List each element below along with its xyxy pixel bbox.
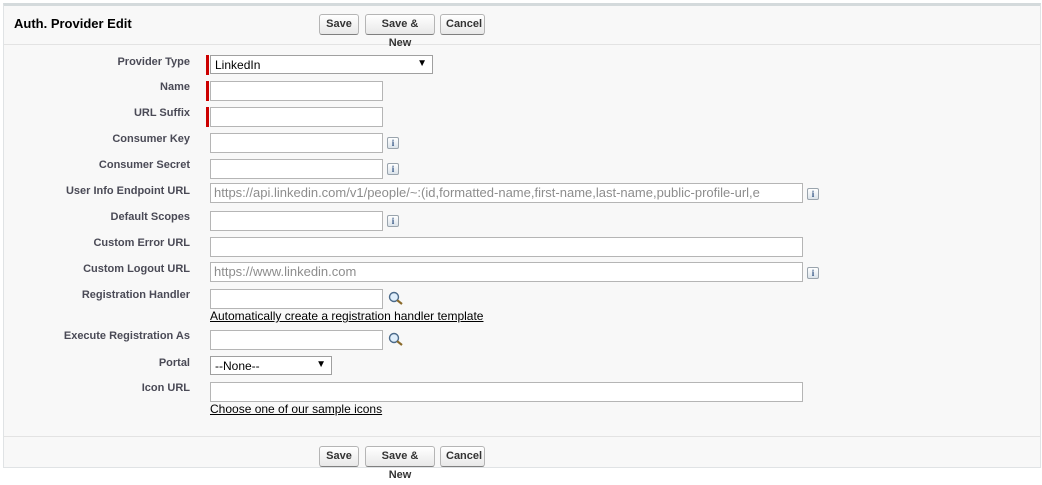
- auth-provider-edit-panel: Auth. Provider Edit Save Save & New Canc…: [3, 3, 1041, 481]
- page-title: Auth. Provider Edit: [14, 16, 132, 31]
- custom-logout-url-input[interactable]: https://www.linkedin.com: [210, 262, 803, 282]
- info-icon[interactable]: i: [807, 188, 819, 200]
- name-label: Name: [160, 81, 190, 93]
- custom-logout-url-label: Custom Logout URL: [83, 263, 190, 275]
- save-button-bottom[interactable]: Save: [319, 446, 359, 467]
- required-indicator: [206, 81, 209, 101]
- portal-label: Portal: [158, 357, 190, 369]
- save-and-new-button-top[interactable]: Save & New: [365, 14, 435, 49]
- lookup-icon[interactable]: [388, 291, 404, 305]
- name-input[interactable]: [210, 81, 383, 101]
- icon-url-input[interactable]: [210, 382, 803, 402]
- required-indicator: [206, 55, 209, 75]
- execute-registration-as-input[interactable]: [210, 330, 383, 350]
- consumer-key-input[interactable]: [210, 133, 383, 153]
- info-icon[interactable]: i: [807, 267, 819, 279]
- portal-value: --None--: [215, 359, 260, 373]
- lookup-icon[interactable]: [388, 332, 404, 346]
- user-info-endpoint-url-input[interactable]: https://api.linkedin.com/v1/people/~:(id…: [210, 183, 803, 203]
- icon-url-label: Icon URL: [141, 382, 190, 394]
- registration-handler-label: Registration Handler: [81, 289, 190, 301]
- portal-select[interactable]: --None-- ▼: [210, 356, 332, 375]
- url-suffix-input[interactable]: [210, 107, 383, 127]
- execute-registration-as-label: Execute Registration As: [63, 330, 190, 342]
- footer-divider: [4, 436, 1040, 438]
- info-icon[interactable]: i: [387, 137, 399, 149]
- custom-error-url-label: Custom Error URL: [93, 237, 190, 249]
- consumer-secret-label: Consumer Secret: [98, 159, 190, 171]
- create-registration-handler-link[interactable]: Automatically create a registration hand…: [210, 309, 483, 323]
- panel-header: Auth. Provider Edit Save Save & New Canc…: [4, 6, 1040, 49]
- choose-sample-icons-link[interactable]: Choose one of our sample icons: [210, 402, 382, 416]
- info-icon[interactable]: i: [387, 163, 399, 175]
- required-indicator: [206, 107, 209, 127]
- chevron-down-icon: ▼: [417, 58, 427, 69]
- info-icon[interactable]: i: [387, 215, 399, 227]
- provider-type-label: Provider Type: [117, 56, 190, 68]
- cancel-button-bottom[interactable]: Cancel: [440, 446, 485, 467]
- registration-handler-input[interactable]: [210, 289, 383, 309]
- url-suffix-label: URL Suffix: [133, 107, 190, 119]
- user-info-endpoint-url-label: User Info Endpoint URL: [65, 185, 190, 197]
- provider-type-value: LinkedIn: [215, 58, 261, 72]
- default-scopes-label: Default Scopes: [110, 211, 190, 223]
- save-button-top[interactable]: Save: [319, 14, 359, 35]
- cancel-button-top[interactable]: Cancel: [440, 14, 485, 35]
- default-scopes-input[interactable]: [210, 211, 383, 231]
- consumer-secret-input[interactable]: [210, 159, 383, 179]
- save-and-new-button-bottom[interactable]: Save & New: [365, 446, 435, 481]
- custom-error-url-input[interactable]: [210, 237, 803, 257]
- chevron-down-icon: ▼: [316, 359, 326, 370]
- provider-type-select[interactable]: LinkedIn ▼: [210, 55, 433, 74]
- consumer-key-label: Consumer Key: [112, 133, 190, 145]
